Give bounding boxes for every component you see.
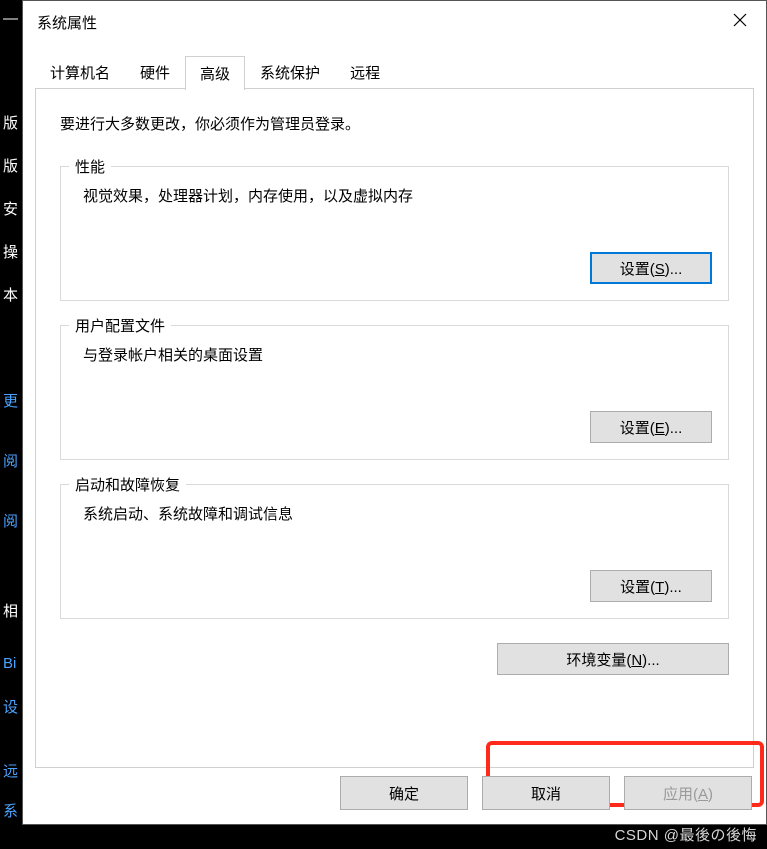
dialog-bottom-buttons: 确定 取消 应用(A) (340, 776, 752, 810)
tab-remote[interactable]: 远程 (335, 55, 395, 89)
background-fragment: 安 (3, 198, 18, 219)
background-fragment: 阅 (3, 510, 18, 531)
background-fragment: Bi (3, 655, 16, 672)
background-fragment: 系 (3, 800, 18, 821)
performance-settings-button[interactable]: 设置(S)... (590, 252, 712, 284)
apply-button[interactable]: 应用(A) (624, 776, 752, 810)
watermark: CSDN @最後の後悔 (615, 824, 757, 845)
button-label: 设置(T)... (620, 579, 682, 596)
background-fragment: 相 (3, 600, 18, 621)
group-title-performance: 性能 (69, 156, 111, 177)
background-fragment: 版 (3, 155, 18, 176)
button-label: 环境变量(N)... (566, 652, 659, 669)
performance-desc: 视觉效果，处理器计划，内存使用，以及虚拟内存 (77, 185, 712, 206)
tab-system-protection[interactable]: 系统保护 (245, 55, 335, 89)
user-profile-settings-button[interactable]: 设置(E)... (590, 411, 712, 443)
startup-desc: 系统启动、系统故障和调试信息 (77, 503, 712, 524)
close-button[interactable] (714, 1, 766, 39)
tab-panel-advanced: 要进行大多数更改，你必须作为管理员登录。 性能 视觉效果，处理器计划，内存使用，… (35, 88, 754, 768)
tab-area: 计算机名 硬件 高级 系统保护 远程 要进行大多数更改，你必须作为管理员登录。 … (35, 55, 754, 768)
background-fragment: 版 (3, 112, 18, 133)
cancel-button[interactable]: 取消 (482, 776, 610, 810)
environment-variables-button[interactable]: 环境变量(N)... (497, 643, 729, 675)
group-title-user-profile: 用户配置文件 (69, 315, 171, 336)
system-properties-dialog: 系统属性 计算机名 硬件 高级 系统保护 远程 要进行大多数更改，你必须作为管理… (22, 0, 767, 825)
background-fragment: — (3, 10, 18, 27)
close-icon (733, 13, 747, 27)
dialog-title: 系统属性 (37, 12, 97, 33)
background-fragment: 更 (3, 390, 18, 411)
tab-advanced[interactable]: 高级 (185, 56, 245, 90)
admin-note: 要进行大多数更改，你必须作为管理员登录。 (60, 113, 729, 134)
env-var-row: 环境变量(N)... (60, 643, 729, 675)
button-label: 设置(E)... (620, 420, 683, 437)
group-performance: 性能 视觉效果，处理器计划，内存使用，以及虚拟内存 设置(S)... (60, 166, 729, 301)
tab-hardware[interactable]: 硬件 (125, 55, 185, 89)
titlebar: 系统属性 (23, 1, 766, 43)
button-label: 设置(S)... (620, 261, 683, 278)
tab-computer-name[interactable]: 计算机名 (35, 55, 125, 89)
startup-settings-button[interactable]: 设置(T)... (590, 570, 712, 602)
ok-button[interactable]: 确定 (340, 776, 468, 810)
user-profile-desc: 与登录帐户相关的桌面设置 (77, 344, 712, 365)
group-user-profile: 用户配置文件 与登录帐户相关的桌面设置 设置(E)... (60, 325, 729, 460)
background-fragment: 设 (3, 696, 18, 717)
background-fragment: 本 (3, 284, 18, 305)
button-label: 应用(A) (663, 786, 713, 803)
background-fragment: 操 (3, 241, 18, 262)
background-strip: —版版安操本更阅阅相Bi设远系 (0, 0, 22, 849)
group-title-startup: 启动和故障恢复 (69, 474, 186, 495)
background-fragment: 阅 (3, 450, 18, 471)
tab-strip: 计算机名 硬件 高级 系统保护 远程 (35, 55, 754, 89)
group-startup-recovery: 启动和故障恢复 系统启动、系统故障和调试信息 设置(T)... (60, 484, 729, 619)
background-fragment: 远 (3, 760, 18, 781)
